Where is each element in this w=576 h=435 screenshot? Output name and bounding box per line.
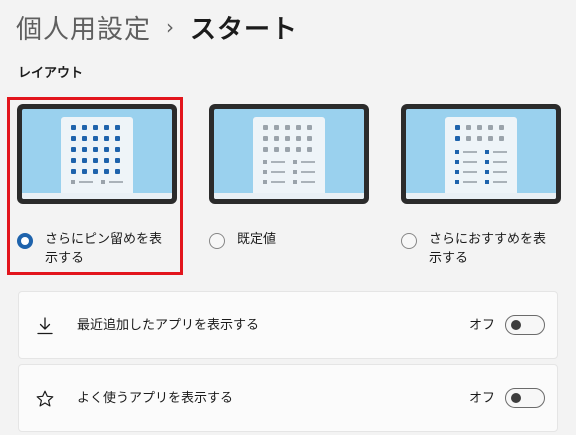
start-menu-more-recommendations-icon[interactable] bbox=[401, 104, 561, 204]
layout-radio-default[interactable]: 既定値 bbox=[209, 230, 379, 249]
layout-section-title: レイアウト bbox=[18, 66, 84, 81]
recommended-item bbox=[455, 179, 477, 184]
setting-recently-added-apps: 最近追加したアプリを表示する オフ bbox=[18, 291, 558, 359]
recommended-item bbox=[71, 179, 93, 184]
toggle-knob bbox=[511, 393, 521, 403]
start-menu-more-pins-icon[interactable] bbox=[17, 104, 177, 204]
recommended-item bbox=[455, 159, 477, 164]
preview-screen bbox=[406, 109, 556, 199]
breadcrumb: 個人用設定 › スタート bbox=[16, 7, 298, 47]
setting-most-used-apps: よく使うアプリを表示する オフ bbox=[18, 364, 558, 432]
preview-start-menu bbox=[253, 117, 325, 197]
radio-label: さらにピン留めを表示する bbox=[45, 232, 163, 266]
star-icon bbox=[36, 390, 54, 407]
recommended-item bbox=[263, 159, 285, 164]
recommended-item bbox=[455, 169, 477, 174]
page-title: スタート bbox=[190, 14, 299, 45]
recommended-item bbox=[101, 179, 123, 184]
recommended-item bbox=[485, 149, 507, 154]
preview-taskbar bbox=[214, 193, 364, 199]
recommended-item bbox=[485, 169, 507, 174]
layout-radio-more-pins[interactable]: さらにピン留めを表示する bbox=[17, 230, 187, 268]
pinned-apps-grid bbox=[71, 125, 123, 174]
recommended-item bbox=[293, 159, 315, 164]
recommended-item bbox=[263, 169, 285, 174]
toggle-knob bbox=[511, 320, 521, 330]
breadcrumb-parent-link[interactable]: 個人用設定 bbox=[16, 9, 151, 46]
radio-button[interactable] bbox=[209, 233, 225, 249]
layout-radio-more-recommendations[interactable]: さらにおすすめを表示する bbox=[401, 230, 571, 268]
recommended-item bbox=[293, 169, 315, 174]
radio-button-checked[interactable] bbox=[17, 233, 33, 249]
chevron-right-icon: › bbox=[166, 15, 175, 39]
layout-option-default[interactable]: 既定値 bbox=[209, 104, 371, 249]
setting-label: 最近追加したアプリを表示する bbox=[77, 318, 260, 333]
download-icon bbox=[37, 317, 53, 335]
recommended-item bbox=[455, 149, 477, 154]
preview-start-menu bbox=[445, 117, 517, 197]
layout-option-more-pins[interactable]: さらにピン留めを表示する bbox=[7, 97, 183, 275]
recommended-item bbox=[485, 179, 507, 184]
preview-taskbar bbox=[406, 193, 556, 199]
recommended-item bbox=[293, 179, 315, 184]
recommended-item bbox=[485, 159, 507, 164]
layout-option-more-recommendations[interactable]: さらにおすすめを表示する bbox=[401, 104, 563, 266]
most-used-apps-toggle[interactable] bbox=[505, 388, 545, 408]
start-menu-default-icon[interactable] bbox=[209, 104, 369, 204]
radio-label: 既定値 bbox=[237, 232, 277, 247]
radio-button[interactable] bbox=[401, 233, 417, 249]
pinned-apps-grid bbox=[263, 125, 315, 152]
setting-label: よく使うアプリを表示する bbox=[77, 391, 234, 406]
radio-label: さらにおすすめを表示する bbox=[429, 232, 547, 266]
preview-screen bbox=[22, 109, 172, 199]
preview-start-menu bbox=[61, 117, 133, 197]
toggle-state-label: オフ bbox=[469, 391, 496, 406]
preview-taskbar bbox=[22, 193, 172, 199]
preview-screen bbox=[214, 109, 364, 199]
toggle-state-label: オフ bbox=[469, 318, 496, 333]
recently-added-apps-toggle[interactable] bbox=[505, 315, 545, 335]
pinned-apps-grid bbox=[455, 125, 507, 141]
recommended-item bbox=[263, 179, 285, 184]
